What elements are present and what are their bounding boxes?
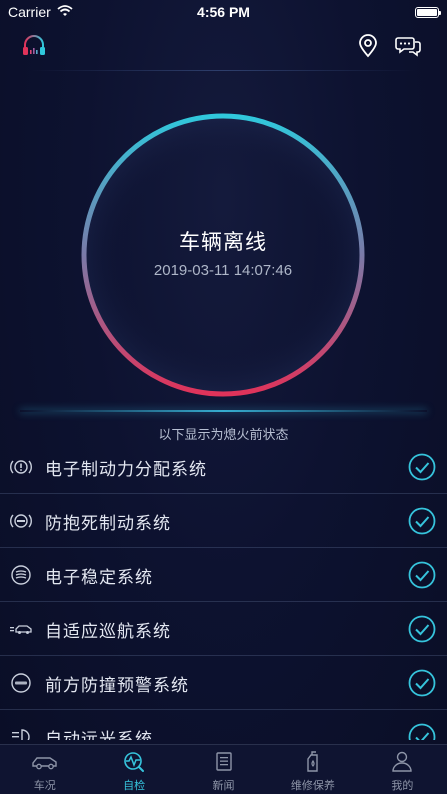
check-item-esp[interactable]: 电子稳定系统 [0,548,447,602]
cruise-car-icon [10,618,32,640]
headset-icon[interactable] [20,32,48,60]
abs-icon [10,510,32,532]
check-item-ebd[interactable]: 电子制动力分配系统 [0,440,447,494]
tab-label: 新闻 [212,779,235,792]
vehicle-status-text: 车辆离线 [179,230,267,254]
chat-bubbles-icon[interactable] [394,32,422,60]
check-item-label: 自动远光系统 [45,730,153,740]
check-item-fcw[interactable]: 前方防撞预警系统 [0,656,447,710]
high-beam-icon [10,726,32,740]
check-item-label: 电子制动力分配系统 [45,460,207,480]
car-icon [31,750,59,774]
maintenance-icon [299,750,327,774]
header-divider [30,70,417,71]
header [0,28,447,64]
check-ok-icon [408,615,436,643]
check-ok-icon [408,669,436,697]
check-item-acc[interactable]: 自适应巡航系统 [0,602,447,656]
check-item-label: 电子稳定系统 [45,568,153,588]
status-bar: Carrier 4:56 PM [0,0,447,24]
check-item-abs[interactable]: 防抱死制动系统 [0,494,447,548]
check-item-label: 自适应巡航系统 [45,622,171,642]
location-pin-icon[interactable] [354,32,382,60]
tab-label: 我的 [391,779,414,792]
check-item-label: 防抱死制动系统 [45,514,171,534]
tab-profile[interactable]: 我的 [358,745,447,794]
vehicle-status-ring: 车辆离线 2019-03-11 14:07:46 [80,112,366,398]
check-ok-icon [408,723,436,740]
tab-news[interactable]: 新闻 [179,745,268,794]
carrier-label: Carrier [8,4,51,20]
vehicle-status-timestamp: 2019-03-11 14:07:46 [153,262,293,279]
warning-circle-icon [10,456,32,478]
check-item-auto-high-beam[interactable]: 自动远光系统 [0,710,447,740]
tab-label: 车况 [33,779,56,792]
news-icon [210,750,238,774]
battery-level [417,8,437,16]
profile-icon [388,750,416,774]
tab-self-check[interactable]: 自检 [89,745,178,794]
glow-divider [20,410,427,412]
check-ok-icon [408,561,436,589]
tab-label: 维修保养 [290,779,335,792]
check-list: 电子制动力分配系统 防抱死制动系统 电子稳定系统 自适应巡航系统 前方防撞预警系… [0,440,447,740]
check-item-label: 前方防撞预警系统 [45,676,189,696]
check-ok-icon [408,507,436,535]
wifi-icon [57,4,73,20]
app-root: Carrier 4:56 PM 车辆离线 2019-03-11 14:07:46… [0,0,447,794]
tab-maintenance[interactable]: 维修保养 [268,745,357,794]
fcm-icon [10,672,32,694]
tab-bar: 车况 自检 新闻 维修保养 我的 [0,744,447,794]
battery-icon [415,6,441,18]
tab-label: 自检 [123,779,146,792]
tab-vehicle-condition[interactable]: 车况 [0,745,89,794]
diagnostics-icon [120,750,148,774]
check-ok-icon [408,453,436,481]
stability-icon [10,564,32,586]
